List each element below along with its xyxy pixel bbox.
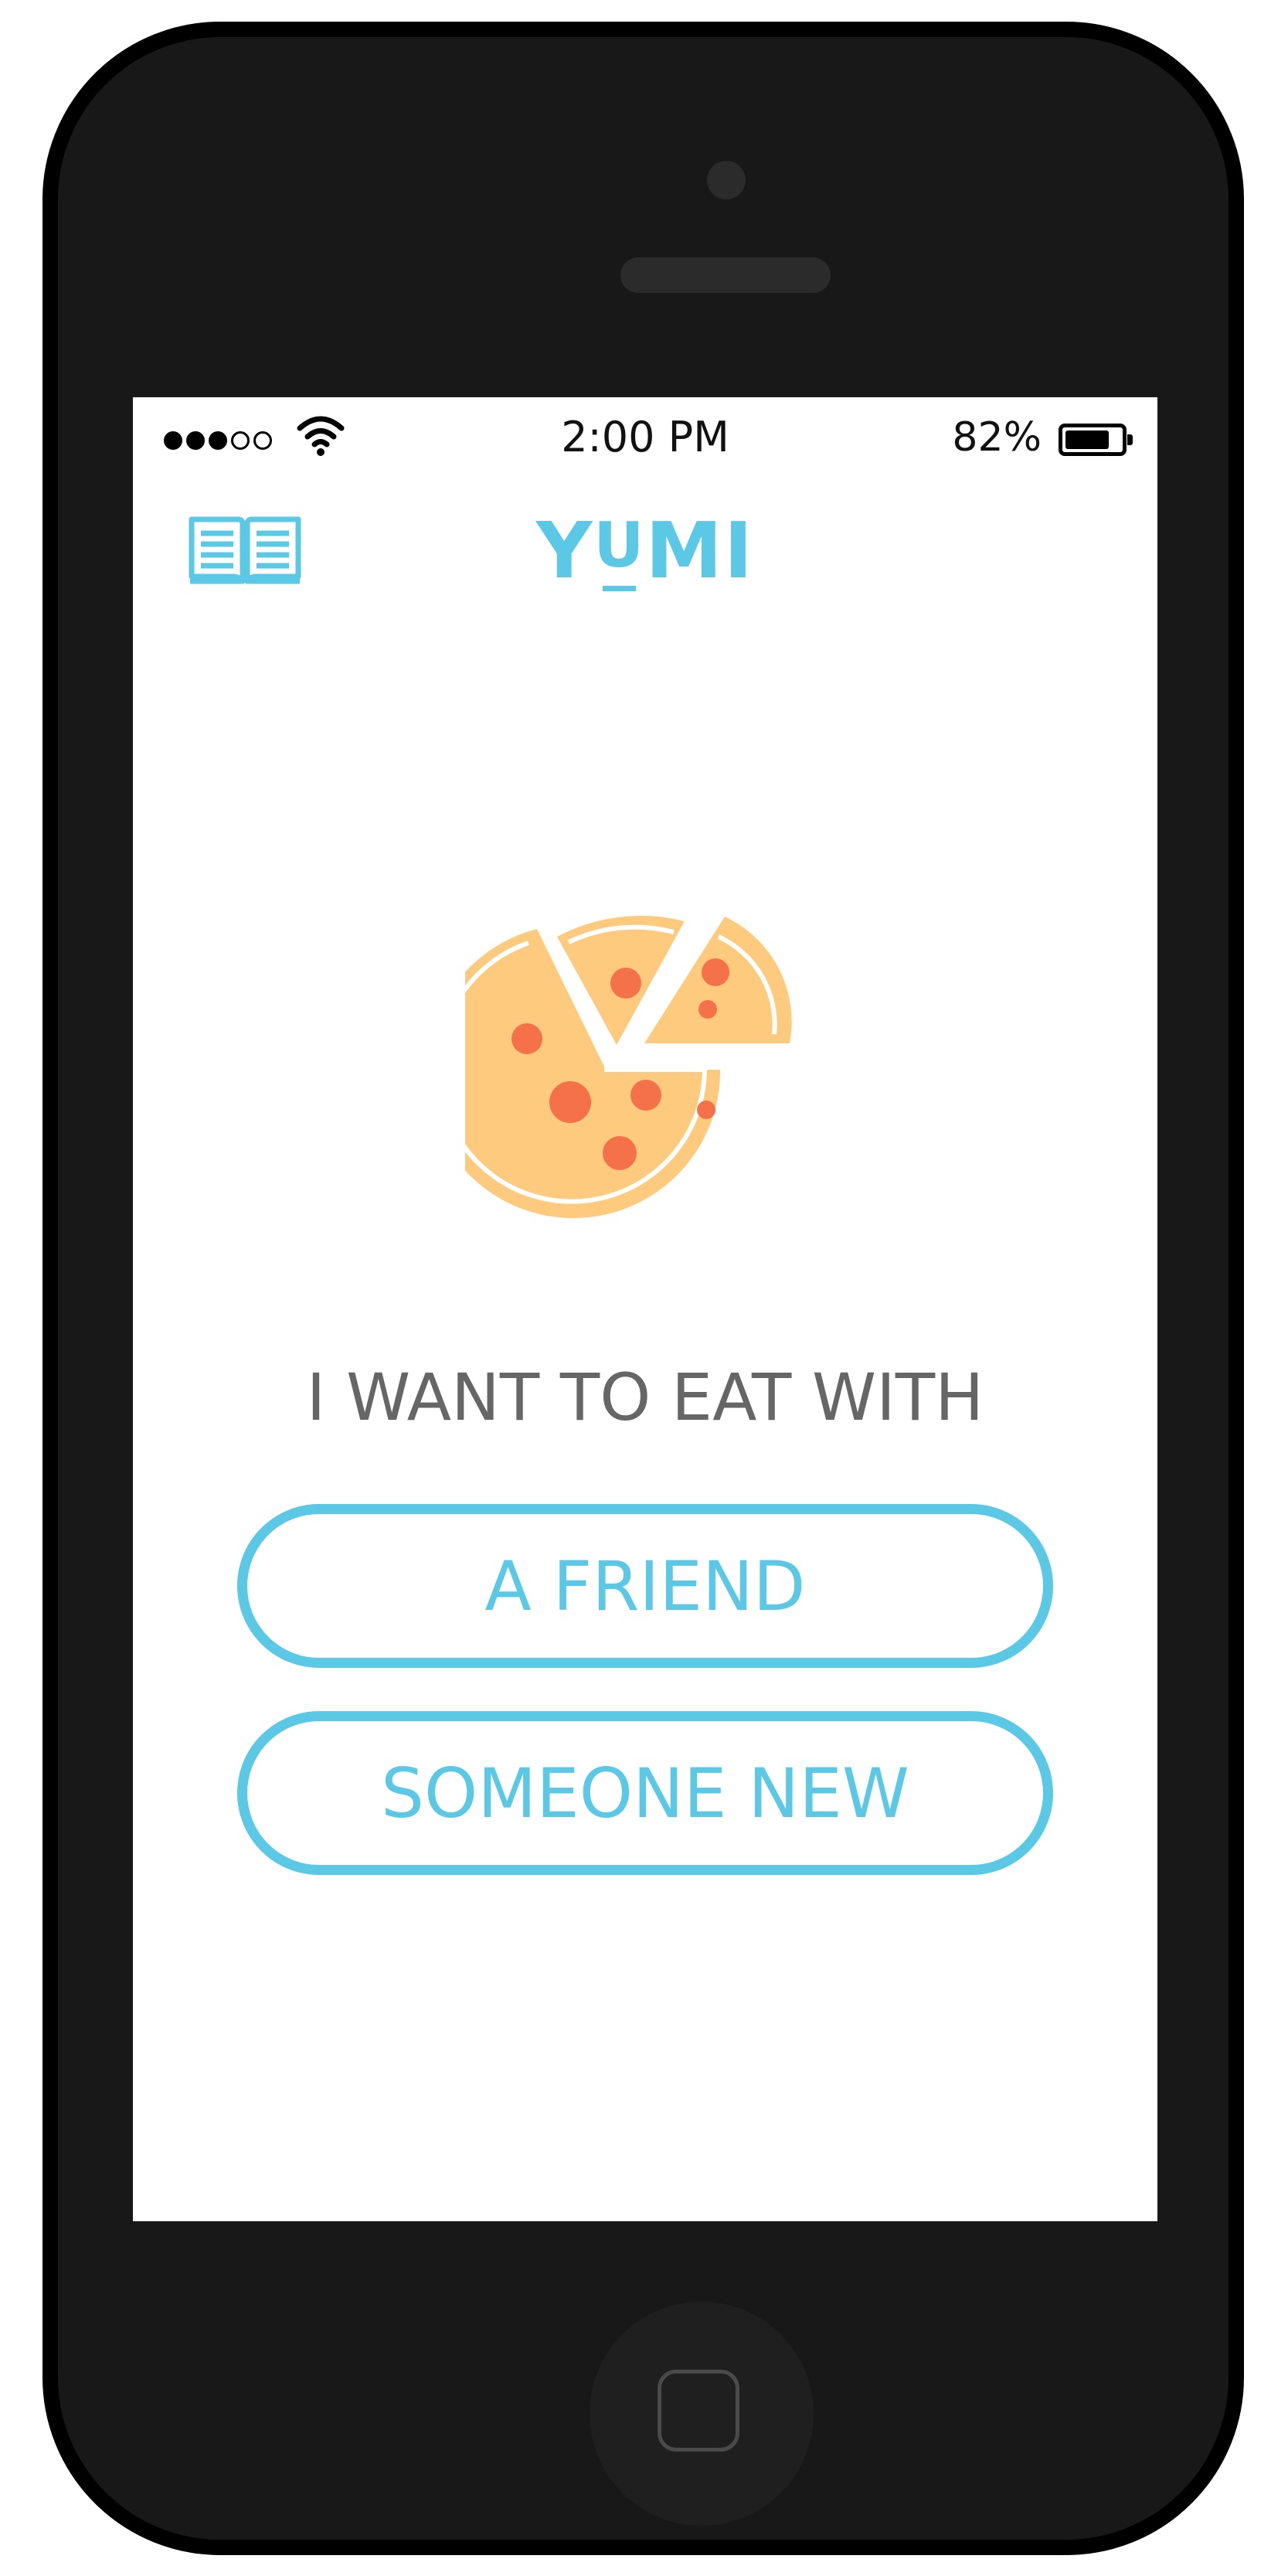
app-title: YUMI — [133, 505, 1157, 596]
battery-terminal — [1127, 434, 1133, 445]
front-camera — [707, 161, 746, 199]
a-friend-button-label: A FRIEND — [484, 1546, 806, 1626]
home-button[interactable] — [590, 2302, 814, 2526]
earpiece-speaker — [620, 257, 831, 293]
app-screen: 2:00 PM 82% YUMI I WANT TO EAT WITH A FR… — [133, 397, 1157, 2221]
app-title-u: U — [593, 505, 645, 596]
app-title-middle: U — [593, 509, 646, 581]
a-friend-button[interactable]: A FRIEND — [237, 1504, 1053, 1668]
home-button-square-icon — [658, 2370, 739, 2452]
battery-icon — [1059, 424, 1133, 456]
eat-with-prompt: I WANT TO EAT WITH — [306, 1359, 984, 1435]
app-title-right: MI — [645, 505, 755, 596]
someone-new-button[interactable]: SOMEONE NEW — [237, 1711, 1053, 1875]
someone-new-button-label: SOMEONE NEW — [381, 1753, 909, 1833]
battery-fill — [1065, 430, 1109, 449]
pizza-icon — [465, 915, 792, 1219]
status-bar: 2:00 PM 82% — [133, 397, 1157, 475]
battery-percentage: 82% — [952, 414, 1042, 461]
app-title-left: Y — [535, 505, 594, 596]
